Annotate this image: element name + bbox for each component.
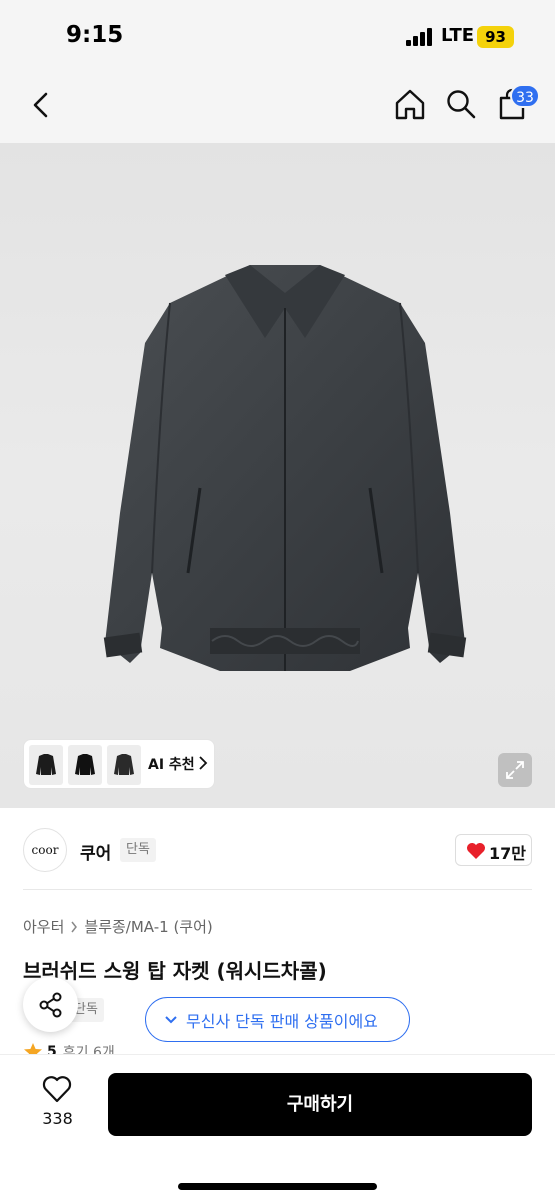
recommend-thumbnail[interactable] bbox=[29, 745, 63, 785]
share-button[interactable] bbox=[23, 977, 78, 1032]
ai-recommend-strip[interactable]: AI 추천 bbox=[23, 739, 215, 789]
purchase-bar: 338 구매하기 bbox=[0, 1054, 555, 1200]
heart-outline-icon bbox=[42, 1076, 72, 1103]
recommend-thumbnail[interactable] bbox=[107, 745, 141, 785]
brand-like-button[interactable]: 17만 bbox=[455, 834, 532, 866]
exclusive-sale-banner: 무신사 단독 판매 상품이에요 bbox=[145, 997, 410, 1042]
expand-image-button[interactable] bbox=[498, 753, 532, 787]
breadcrumb: 아우터 블루종/MA-1 (쿠어) bbox=[23, 916, 213, 937]
breadcrumb-item[interactable]: 블루종/MA-1 (쿠어) bbox=[84, 916, 212, 937]
jacket-thumbnail-icon bbox=[75, 754, 95, 775]
product-title: 브러쉬드 스윙 탑 자켓 (워시드차콜) bbox=[23, 959, 327, 983]
expand-icon bbox=[506, 761, 524, 779]
home-indicator bbox=[178, 1183, 377, 1190]
chevron-right-icon bbox=[70, 921, 78, 933]
status-time: 9:15 bbox=[66, 22, 124, 48]
status-bar: 9:15 LTE 93 bbox=[0, 0, 555, 70]
nav-bar bbox=[0, 70, 555, 143]
heart-filled-icon bbox=[467, 843, 485, 859]
share-icon bbox=[39, 992, 61, 1017]
brand-logo[interactable]: coor bbox=[23, 828, 67, 872]
recommend-thumbnail[interactable] bbox=[68, 745, 102, 785]
buy-button[interactable]: 구매하기 bbox=[108, 1073, 532, 1136]
search-icon bbox=[447, 90, 476, 119]
chevron-left-icon bbox=[33, 92, 48, 118]
back-button[interactable] bbox=[24, 88, 58, 122]
jacket-image bbox=[103, 265, 467, 671]
jacket-thumbnail-icon bbox=[114, 754, 134, 775]
breadcrumb-item[interactable]: 아우터 bbox=[23, 916, 64, 937]
brand-exclusive-tag: 단독 bbox=[120, 838, 156, 862]
wishlist-count: 338 bbox=[42, 1109, 73, 1128]
divider bbox=[23, 889, 532, 890]
chevron-right-icon bbox=[199, 756, 208, 770]
exclusive-sale-text: 무신사 단독 판매 상품이에요 bbox=[186, 1011, 378, 1031]
home-button[interactable] bbox=[392, 86, 428, 122]
network-label: LTE bbox=[441, 25, 475, 46]
wishlist-button[interactable]: 338 bbox=[30, 1075, 85, 1135]
signal-icon bbox=[406, 28, 436, 46]
brand-like-count: 17만 bbox=[489, 844, 526, 863]
brand-name[interactable]: 쿠어 bbox=[80, 839, 111, 864]
product-image[interactable]: AI 추천 bbox=[0, 143, 555, 808]
chevron-down-icon bbox=[165, 1015, 177, 1023]
battery-icon: 93 bbox=[477, 26, 514, 48]
cart-count-badge: 33 bbox=[510, 84, 540, 108]
jacket-thumbnail-icon bbox=[36, 754, 56, 775]
search-button[interactable] bbox=[443, 86, 479, 122]
home-icon bbox=[395, 89, 425, 120]
ai-recommend-label: AI 추천 bbox=[148, 757, 195, 773]
